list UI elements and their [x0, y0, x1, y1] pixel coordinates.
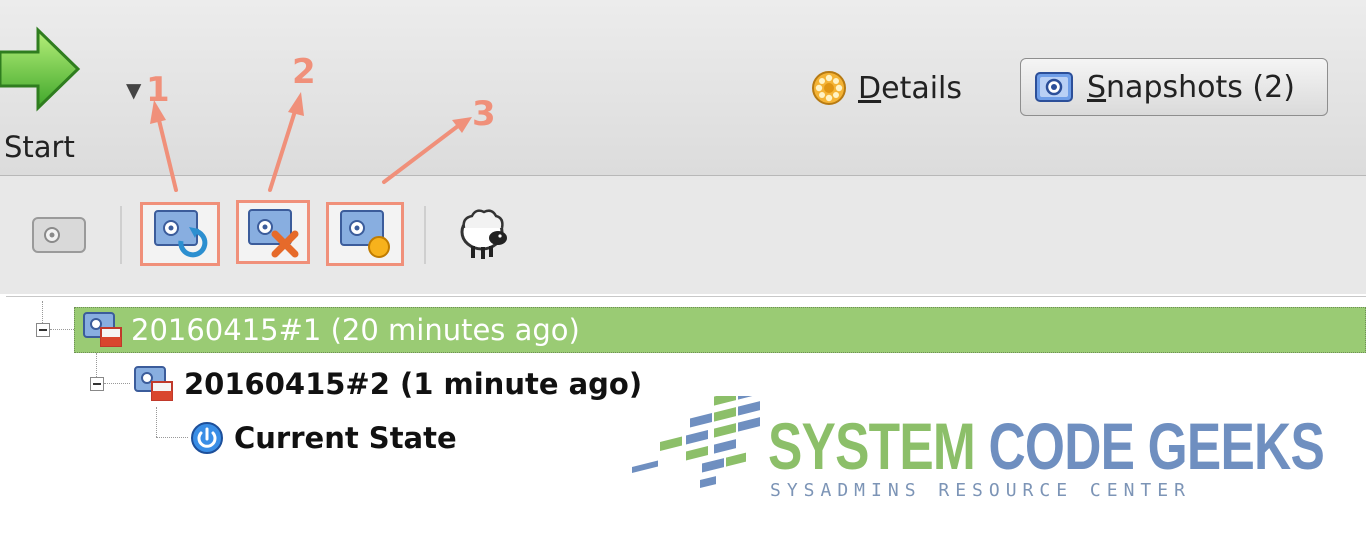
clone-button[interactable]: [452, 202, 516, 266]
restore-snapshot-icon: [154, 210, 208, 258]
watermark-mosaic: [632, 396, 760, 489]
details-button[interactable]: Details: [806, 62, 966, 114]
tree-item-label: 20160415#2 (1 minute ago): [184, 367, 643, 401]
snapshot-toolbar: [0, 176, 1366, 294]
tree-item-label: 20160415#1 (20 minutes ago): [131, 313, 580, 347]
start-arrow-icon: [0, 26, 81, 112]
main-toolbar: Start ▼ Details Snapshots (2): [0, 0, 1366, 176]
power-icon: [191, 422, 223, 454]
watermark-title-code-geeks: CODE GEEKS: [988, 409, 1325, 483]
annotation-number-3: 3: [472, 94, 496, 134]
snapshots-button[interactable]: Snapshots (2): [1020, 58, 1328, 116]
snapshot-icon: [134, 366, 173, 401]
snapshots-label: Snapshots (2): [1087, 69, 1295, 105]
tree-line: [156, 407, 157, 437]
tree-line: [50, 329, 74, 330]
tree-item-snapshot-1[interactable]: 20160415#1 (20 minutes ago): [74, 307, 1366, 353]
tree-item-label: Current State: [234, 421, 457, 455]
start-button[interactable]: Start: [0, 12, 110, 164]
watermark-title: SYSTEM CODE GEEKS: [768, 408, 1325, 484]
take-snapshot-button[interactable]: [326, 202, 404, 266]
annotation-number-2: 2: [292, 52, 316, 92]
sheep-icon: [460, 209, 507, 259]
collapse-icon[interactable]: [90, 377, 104, 391]
snapshot-icon: [83, 312, 122, 347]
watermark-logo: SYSTEM CODE GEEKS SYSADMINS RESOURCE CEN…: [620, 396, 1325, 516]
collapse-icon[interactable]: [36, 323, 50, 337]
details-label: Details: [858, 70, 963, 106]
tree-item-current-state[interactable]: Current State: [190, 415, 457, 461]
toolbar-separator: [424, 206, 426, 264]
take-snapshot-icon: [340, 210, 390, 258]
toolbar-separator: [120, 206, 122, 264]
annotation-number-1: 1: [146, 70, 170, 110]
gear-icon: [812, 71, 846, 105]
tree-line: [104, 383, 130, 384]
tree-line: [96, 353, 97, 377]
tree-item-snapshot-2[interactable]: 20160415#2 (1 minute ago): [134, 361, 642, 407]
start-dropdown-icon[interactable]: ▼: [126, 78, 141, 102]
tree-line: [156, 437, 188, 438]
watermark-subtitle: SYSADMINS RESOURCE CENTER: [770, 480, 1191, 501]
watermark-title-system: SYSTEM: [768, 409, 976, 483]
tree-line: [42, 301, 43, 323]
start-label: Start: [4, 130, 75, 164]
camera-disabled-icon: [32, 217, 86, 253]
take-snapshot-disabled-button[interactable]: [30, 206, 88, 264]
delete-snapshot-button[interactable]: [236, 200, 310, 264]
restore-snapshot-button[interactable]: [140, 202, 220, 266]
camera-icon: [1035, 72, 1073, 102]
delete-snapshot-icon: [248, 209, 299, 258]
